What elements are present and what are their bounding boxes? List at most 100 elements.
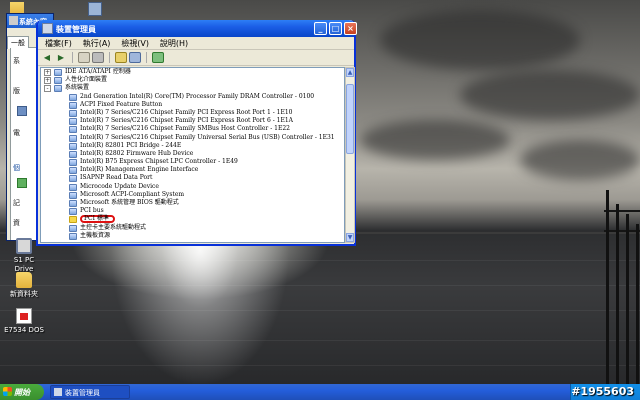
text-fragment: 版 xyxy=(13,87,20,95)
tree-device[interactable]: Microcode Update Device xyxy=(41,183,344,191)
device-icon xyxy=(54,85,62,93)
forward-arrow-icon[interactable]: ▶ xyxy=(55,52,67,63)
text-fragment: 記 xyxy=(13,199,20,207)
text-fragment: 電 xyxy=(13,129,20,137)
tree-device[interactable]: 2nd Generation Intel(R) Core(TM) Process… xyxy=(41,93,344,101)
device-icon xyxy=(69,101,77,109)
device-manager-icon xyxy=(42,23,53,34)
tree-item-label: Microsoft ACPI-Compliant System xyxy=(80,190,185,198)
scroll-up-arrow-icon[interactable]: ▲ xyxy=(346,68,354,77)
desktop-icon-drive[interactable]: S1 PC Drive xyxy=(4,238,44,274)
tree-item-label: Intel(R) 7 Series/C216 Chipset Family PC… xyxy=(80,108,293,116)
collapse-icon[interactable]: - xyxy=(44,85,51,93)
tree-device[interactable]: ACPI Fixed Feature Button xyxy=(41,101,344,109)
device-icon xyxy=(69,118,77,126)
tree-device[interactable]: Intel(R) 82801 PCI Bridge - 244E xyxy=(41,142,344,150)
device-tree[interactable]: + IDE ATA/ATAPI 控制器 + 人性化介面裝置 - 系統裝置 2nd Gener… xyxy=(40,67,345,243)
tree-item-label: 2nd Generation Intel(R) Core(TM) Process… xyxy=(80,92,315,100)
tree-device[interactable]: Microsoft 系統管理 BIOS 驅動程式 xyxy=(41,199,344,207)
menu-bar: 檔案(F) 執行(A) 檢視(V) 說明(H) xyxy=(38,37,354,50)
desktop-icon-new-folder[interactable]: 新資料夾 xyxy=(4,272,44,299)
device-icon xyxy=(69,142,77,150)
tree-item-label: ACPI Fixed Feature Button xyxy=(80,100,163,108)
tree-item-label: Microsoft 系統管理 BIOS 驅動程式 xyxy=(80,199,179,206)
start-label: 開始 xyxy=(14,388,30,397)
menu-file[interactable]: 檔案(F) xyxy=(41,38,76,49)
text-fragment: 資 xyxy=(13,219,20,227)
desktop-icon-label: 新資料夾 xyxy=(10,290,38,298)
tree-device[interactable]: Intel(R) Management Engine Interface xyxy=(41,166,344,175)
device-icon xyxy=(69,208,77,216)
device-icon xyxy=(69,159,77,167)
menu-help[interactable]: 說明(H) xyxy=(156,38,192,49)
watermark: #1955603 xyxy=(571,385,634,398)
tree-item-label: Intel(R) 7 Series/C216 Chipset Family Un… xyxy=(80,133,335,141)
pier-silhouette xyxy=(604,190,640,384)
back-arrow-icon[interactable]: ◀ xyxy=(41,52,53,63)
tree-device[interactable]: Microsoft ACPI-Compliant System xyxy=(41,191,344,199)
device-icon xyxy=(69,167,77,175)
scroll-thumb[interactable] xyxy=(346,84,354,154)
device-icon xyxy=(54,69,62,76)
device-manager-window[interactable]: 裝置管理員 _ □ × 檔案(F) 執行(A) 檢視(V) 說明(H) ◀ ▶ … xyxy=(36,20,357,246)
print-icon[interactable] xyxy=(92,52,104,63)
device-icon xyxy=(69,183,77,191)
taskbar: 開始 裝置管理員 xyxy=(0,384,640,400)
desktop-icon-label: S1 PC Drive xyxy=(13,256,35,273)
help-icon[interactable] xyxy=(115,52,127,63)
tree-item-label: ISAPNP Read Data Port xyxy=(80,174,153,182)
close-button[interactable]: × xyxy=(344,22,357,35)
menu-view[interactable]: 檢視(V) xyxy=(117,38,153,49)
tree-item-label: Intel(R) B75 Express Chipset LPC Control… xyxy=(80,158,238,166)
logo-icon xyxy=(17,178,27,188)
tree-device[interactable]: Intel(R) 7 Series/C216 Chipset Family PC… xyxy=(41,117,344,126)
tree-device[interactable]: 主機板資源 xyxy=(41,232,344,240)
properties-icon[interactable] xyxy=(78,52,90,63)
device-icon xyxy=(69,93,77,101)
taskbar-button-device-manager[interactable]: 裝置管理員 xyxy=(50,385,130,399)
system-icon xyxy=(9,16,18,25)
desktop-icon-pdf[interactable]: E7534 DOS xyxy=(4,308,44,335)
pdf-icon xyxy=(16,308,32,324)
expand-icon[interactable]: + xyxy=(44,69,51,76)
window-title: 裝置管理員 xyxy=(56,25,96,34)
tree-item-label: 主機板資源 xyxy=(80,231,111,239)
minimize-button[interactable]: _ xyxy=(314,22,327,35)
tree-device[interactable]: Intel(R) 7 Series/C216 Chipset Family Un… xyxy=(41,134,344,142)
scroll-down-arrow-icon[interactable]: ▼ xyxy=(346,233,354,242)
tree-item-label: Intel(R) 7 Series/C216 Chipset Family PC… xyxy=(80,117,293,125)
device-icon xyxy=(69,232,77,240)
tree-device[interactable]: ISAPNP Read Data Port xyxy=(41,174,344,183)
shortcut-icon[interactable] xyxy=(88,2,102,16)
scan-hardware-icon[interactable] xyxy=(152,52,164,63)
device-icon xyxy=(69,109,77,117)
tree-device[interactable]: 主控卡主要系統驅動程式 xyxy=(41,224,344,232)
tree-device[interactable]: PCI 標準 xyxy=(41,215,344,224)
tree-item-label: 系統裝置 xyxy=(65,84,90,92)
device-manager-titlebar[interactable]: 裝置管理員 _ □ × xyxy=(38,20,357,37)
folder-icon xyxy=(16,272,32,288)
device-icon xyxy=(69,134,77,142)
device-icon xyxy=(69,224,77,232)
expand-icon[interactable]: + xyxy=(44,77,51,85)
tree-device[interactable]: Intel(R) 7 Series/C216 Chipset Family PC… xyxy=(41,109,344,117)
warning-device-icon xyxy=(69,216,77,224)
view-icon[interactable] xyxy=(129,52,141,63)
menu-action[interactable]: 執行(A) xyxy=(79,38,115,49)
computer-icon xyxy=(17,106,27,116)
tree-item-label: Microcode Update Device xyxy=(80,182,159,190)
tree-item-label: Intel(R) Management Engine Interface xyxy=(80,166,199,174)
tree-category[interactable]: + IDE ATA/ATAPI 控制器 xyxy=(41,68,344,76)
vertical-scrollbar[interactable]: ▲ ▼ xyxy=(345,67,355,243)
tree-item-label: Intel(R) 7 Series/C216 Chipset Family SM… xyxy=(80,125,290,133)
tree-category[interactable]: - 系統裝置 xyxy=(41,84,344,93)
tree-device[interactable]: Intel(R) B75 Express Chipset LPC Control… xyxy=(41,158,344,167)
device-icon xyxy=(69,191,77,199)
windows-logo-icon xyxy=(3,387,12,396)
tree-device[interactable]: Intel(R) 82802 Firmware Hub Device xyxy=(41,150,344,158)
start-button[interactable]: 開始 xyxy=(0,384,44,400)
tree-device[interactable]: Intel(R) 7 Series/C216 Chipset Family SM… xyxy=(41,125,344,134)
maximize-button[interactable]: □ xyxy=(329,22,342,35)
tree-item-label: Intel(R) 82801 PCI Bridge - 244E xyxy=(80,141,182,149)
device-icon xyxy=(69,150,77,158)
